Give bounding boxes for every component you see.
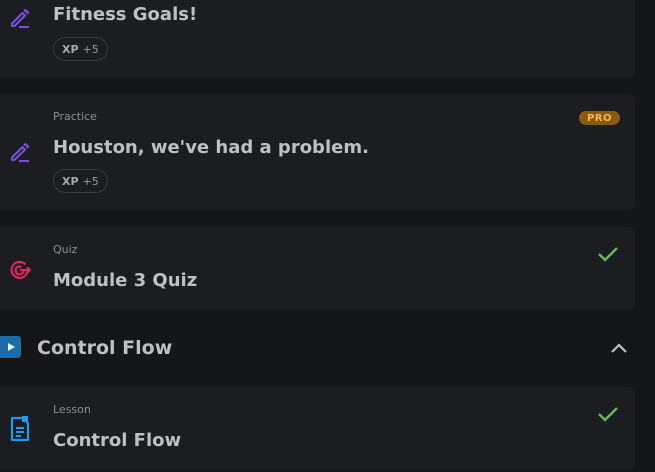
pencil-icon bbox=[11, 8, 30, 28]
chevron-up-icon[interactable] bbox=[609, 338, 629, 358]
pencil-icon bbox=[11, 142, 30, 162]
section-header-control-flow[interactable]: Control Flow bbox=[0, 318, 655, 380]
check-icon bbox=[598, 247, 618, 262]
xp-value: +5 bbox=[82, 174, 99, 188]
course-item-card[interactable]: Practice PRO Houston, we've had a proble… bbox=[0, 94, 635, 210]
course-item-card[interactable]: Fitness Goals! XP +5 bbox=[0, 0, 635, 78]
xp-badge: XP +5 bbox=[53, 169, 108, 193]
item-title: Control Flow bbox=[53, 430, 182, 451]
xp-value: +5 bbox=[82, 42, 99, 56]
item-type-label: Quiz bbox=[53, 243, 78, 256]
course-item-card[interactable]: Lesson Control Flow bbox=[0, 387, 635, 470]
xp-label: XP bbox=[62, 42, 79, 56]
check-icon bbox=[598, 407, 618, 422]
item-title: Module 3 Quiz bbox=[53, 270, 198, 291]
xp-label: XP bbox=[62, 174, 79, 188]
pro-badge: PRO bbox=[578, 111, 620, 125]
course-outline: Fitness Goals! XP +5 Practice PRO Housto… bbox=[0, 0, 655, 472]
item-title: Houston, we've had a problem. bbox=[53, 137, 369, 158]
document-icon bbox=[10, 416, 30, 442]
section-title: Control Flow bbox=[37, 337, 173, 359]
item-type-label: Lesson bbox=[53, 403, 91, 416]
play-icon bbox=[0, 336, 21, 358]
course-item-card[interactable]: Quiz Module 3 Quiz bbox=[0, 227, 635, 310]
item-title: Fitness Goals! bbox=[53, 4, 198, 25]
xp-badge: XP +5 bbox=[53, 37, 108, 61]
item-type-label: Practice bbox=[53, 110, 97, 123]
target-icon bbox=[10, 260, 32, 279]
